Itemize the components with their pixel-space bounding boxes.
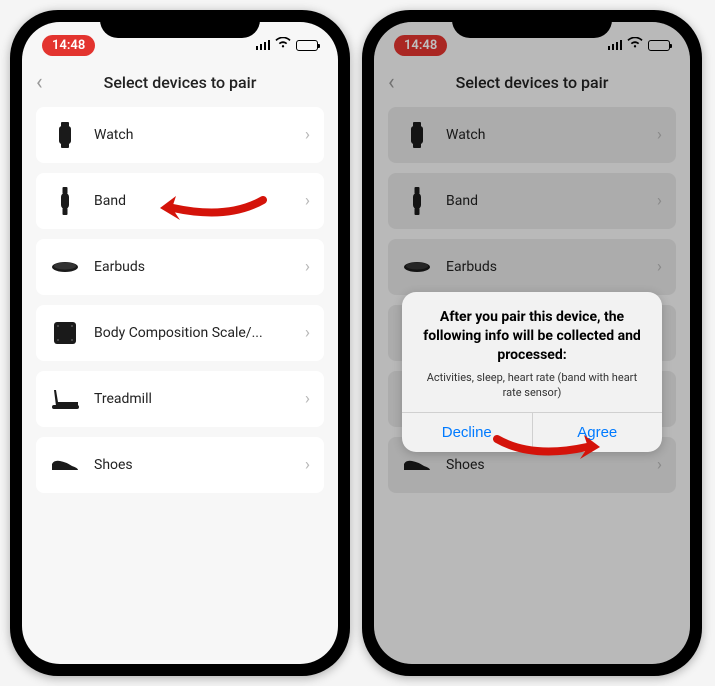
phone-frame-right: 14:48 ‹ Select devices to pair Watch › B… <box>362 10 702 676</box>
notch <box>100 10 260 38</box>
chevron-right-icon: › <box>305 323 310 343</box>
chevron-right-icon: › <box>657 455 662 475</box>
device-row-shoes[interactable]: Shoes › <box>36 437 324 493</box>
battery-icon <box>296 40 318 51</box>
scale-icon <box>50 318 80 348</box>
chevron-right-icon: › <box>305 455 310 475</box>
status-time: 14:48 <box>394 35 447 56</box>
device-label: Watch <box>446 127 657 143</box>
phone-frame-left: 14:48 ‹ Select devices to pair Watch › B… <box>10 10 350 676</box>
status-time: 14:48 <box>42 35 95 56</box>
chevron-right-icon: › <box>657 257 662 277</box>
status-right <box>608 37 671 53</box>
page-title: Select devices to pair <box>388 73 676 92</box>
page-header: ‹ Select devices to pair <box>374 62 690 107</box>
modal-actions: Decline Agree <box>402 412 662 452</box>
decline-button[interactable]: Decline <box>402 413 533 452</box>
signal-icon <box>608 40 623 50</box>
battery-icon <box>648 40 670 51</box>
device-row-watch[interactable]: Watch › <box>388 107 676 163</box>
device-label: Earbuds <box>446 259 657 275</box>
shoes-icon <box>50 450 80 480</box>
screen-left: 14:48 ‹ Select devices to pair Watch › B… <box>22 22 338 664</box>
signal-icon <box>256 40 271 50</box>
device-row-earbuds[interactable]: Earbuds › <box>36 239 324 295</box>
consent-modal: After you pair this device, the followin… <box>402 292 662 452</box>
device-row-band[interactable]: Band › <box>36 173 324 229</box>
device-label: Shoes <box>446 457 657 473</box>
device-row-scale[interactable]: Body Composition Scale/... › <box>36 305 324 361</box>
device-label: Watch <box>94 127 305 143</box>
earbuds-icon <box>50 252 80 282</box>
chevron-right-icon: › <box>305 125 310 145</box>
status-right <box>256 37 319 53</box>
wifi-icon <box>275 37 291 53</box>
modal-detail: Activities, sleep, heart rate (band with… <box>418 371 646 401</box>
device-label: Treadmill <box>94 391 305 407</box>
earbuds-icon <box>402 252 432 282</box>
wifi-icon <box>627 37 643 53</box>
page-title: Select devices to pair <box>36 73 324 92</box>
page-header: ‹ Select devices to pair <box>22 62 338 107</box>
chevron-right-icon: › <box>657 191 662 211</box>
device-label: Band <box>94 193 305 209</box>
device-label: Body Composition Scale/... <box>94 325 305 341</box>
device-row-band[interactable]: Band › <box>388 173 676 229</box>
modal-body: After you pair this device, the followin… <box>402 292 662 412</box>
device-label: Band <box>446 193 657 209</box>
band-icon <box>50 186 80 216</box>
treadmill-icon <box>50 384 80 414</box>
watch-icon <box>402 120 432 150</box>
chevron-right-icon: › <box>305 191 310 211</box>
watch-icon <box>50 120 80 150</box>
shoes-icon <box>402 450 432 480</box>
device-row-treadmill[interactable]: Treadmill › <box>36 371 324 427</box>
band-icon <box>402 186 432 216</box>
agree-button[interactable]: Agree <box>533 413 663 452</box>
device-list: Watch › Band › Earbuds › Body Compositio… <box>22 107 338 493</box>
device-label: Shoes <box>94 457 305 473</box>
device-row-watch[interactable]: Watch › <box>36 107 324 163</box>
notch <box>452 10 612 38</box>
chevron-right-icon: › <box>305 257 310 277</box>
chevron-right-icon: › <box>657 125 662 145</box>
device-label: Earbuds <box>94 259 305 275</box>
chevron-right-icon: › <box>305 389 310 409</box>
screen-right: 14:48 ‹ Select devices to pair Watch › B… <box>374 22 690 664</box>
modal-title: After you pair this device, the followin… <box>418 308 646 365</box>
device-row-earbuds[interactable]: Earbuds › <box>388 239 676 295</box>
